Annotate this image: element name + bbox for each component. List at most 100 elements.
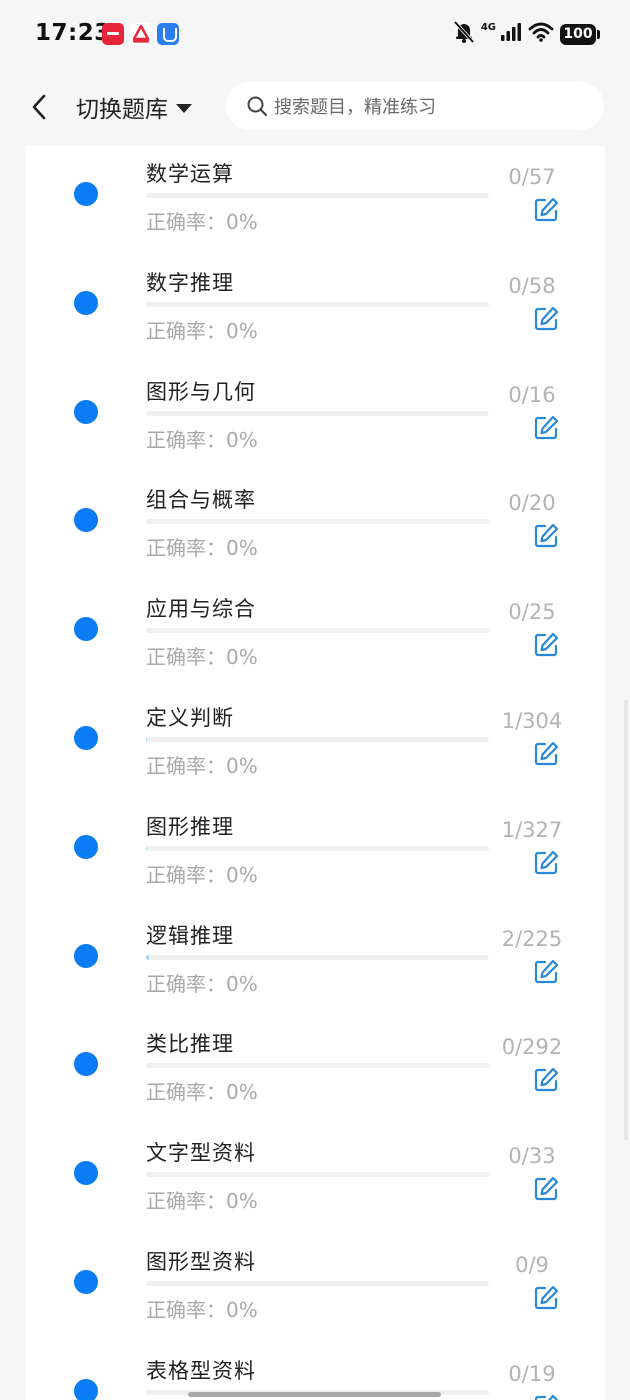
accuracy-value: 0% xyxy=(226,210,258,234)
status-dot xyxy=(74,1378,98,1400)
accuracy-label: 正确率： xyxy=(146,862,226,887)
accuracy-value: 0% xyxy=(226,1189,258,1214)
accuracy-value: 0% xyxy=(226,1297,258,1322)
app-shortcut-icon xyxy=(102,23,124,45)
accuracy-label: 正确率： xyxy=(146,645,226,670)
accuracy-label: 正确率： xyxy=(146,536,226,561)
list-item[interactable]: 应用与综合 正确率：0% 0/25 xyxy=(26,581,605,690)
accuracy-value: 0% xyxy=(226,536,258,561)
caret-down-icon xyxy=(176,103,192,113)
status-dot xyxy=(74,725,98,750)
category-title: 图形型资料 xyxy=(146,1249,256,1274)
scrollbar[interactable] xyxy=(624,700,628,1140)
category-title: 组合与概率 xyxy=(146,488,256,513)
status-dot xyxy=(74,617,98,642)
edit-icon xyxy=(534,197,559,222)
accuracy-value: 0% xyxy=(226,971,258,996)
category-title: 逻辑推理 xyxy=(146,923,234,948)
progress-count: 0/20 xyxy=(508,491,556,516)
practice-button[interactable] xyxy=(532,849,560,877)
practice-button[interactable] xyxy=(532,305,560,333)
progress-bar xyxy=(146,1063,489,1069)
app-shortcut-icon xyxy=(157,23,179,45)
accuracy-text: 正确率：0% xyxy=(146,1294,258,1323)
list-item[interactable]: 文字型资料 正确率：0% 0/33 xyxy=(26,1125,605,1234)
home-indicator[interactable] xyxy=(188,1392,441,1397)
app-shortcut-icon xyxy=(130,23,152,45)
edit-icon xyxy=(534,1394,559,1400)
edit-icon xyxy=(534,1177,559,1201)
accuracy-label: 正确率： xyxy=(146,753,226,778)
list-item[interactable]: 逻辑推理正确率：0% 2/225 xyxy=(26,908,605,1017)
status-icons: 4G 100 xyxy=(453,20,600,48)
progress-bar xyxy=(146,954,489,960)
accuracy-value: 0% xyxy=(226,427,258,452)
progress-count: 0/33 xyxy=(508,1144,556,1169)
wifi-icon xyxy=(528,22,554,46)
question-category-card: 数学运算 正确率：0% 0/57 数字推理 正确率：0% 0/58 图形与几何 正确率：0% 0… xyxy=(26,146,605,1400)
practice-button[interactable] xyxy=(532,1066,560,1094)
status-dot xyxy=(74,1269,98,1294)
question-category-list: 数学运算 正确率：0% 0/57 数字推理 正确率：0% 0/58 图形与几何 正确率：0% 0… xyxy=(26,146,605,1400)
progress-bar xyxy=(146,1172,489,1178)
practice-button[interactable] xyxy=(532,414,560,442)
switch-question-bank-button[interactable]: 切换题库 xyxy=(76,92,192,123)
practice-button[interactable] xyxy=(532,631,560,659)
network-label: 4G xyxy=(480,21,496,33)
list-item[interactable]: 图形型资料 正确率：0% 0/9 xyxy=(26,1234,605,1343)
practice-button[interactable] xyxy=(532,1175,560,1203)
practice-button[interactable] xyxy=(532,958,560,986)
progress-bar xyxy=(146,301,489,307)
edit-icon xyxy=(534,741,559,766)
progress-bar xyxy=(146,628,489,634)
progress-bar xyxy=(146,845,489,851)
accuracy-value: 0% xyxy=(226,1080,258,1105)
screen: 17:23 4G 100 切换题库 搜索题目，精准练习 数学运算 正确率：0% … xyxy=(0,0,630,1400)
category-title: 类比推理 xyxy=(146,1032,234,1057)
accuracy-text: 正确率：0% xyxy=(146,424,258,453)
list-item[interactable]: 图形推理 正确率：0% 1/327 xyxy=(26,799,605,908)
practice-button[interactable] xyxy=(532,1393,560,1400)
edit-icon xyxy=(534,850,559,874)
accuracy-text: 正确率：0% xyxy=(146,1076,258,1105)
status-dot xyxy=(74,1161,98,1186)
list-item[interactable]: 数学运算 正确率：0% 0/57 xyxy=(26,146,605,255)
list-item[interactable]: 定义判断 正确率：0% 1/304 xyxy=(26,690,605,799)
progress-count: 0/57 xyxy=(508,165,556,189)
practice-button[interactable] xyxy=(532,740,560,768)
category-title: 图形推理 xyxy=(146,814,234,839)
progress-fill xyxy=(146,736,148,742)
accuracy-text: 正确率：0% xyxy=(146,968,258,997)
accuracy-value: 0% xyxy=(226,753,258,778)
progress-count: 0/25 xyxy=(508,600,556,625)
accuracy-label: 正确率： xyxy=(146,210,226,234)
progress-fill xyxy=(146,954,150,960)
accuracy-value: 0% xyxy=(226,318,258,343)
category-title: 图形与几何 xyxy=(146,379,256,404)
progress-count: 0/16 xyxy=(508,382,556,407)
category-title: 应用与综合 xyxy=(146,597,256,622)
accuracy-text: 正确率：0% xyxy=(146,1185,258,1214)
edit-icon xyxy=(534,415,559,439)
edit-icon xyxy=(534,306,559,330)
edit-icon xyxy=(534,1285,559,1310)
progress-bar xyxy=(146,519,489,525)
progress-bar xyxy=(146,410,489,416)
status-dot xyxy=(74,943,98,968)
practice-button[interactable] xyxy=(532,196,560,224)
chevron-left-icon xyxy=(32,94,46,120)
practice-button[interactable] xyxy=(532,522,560,550)
progress-count: 0/19 xyxy=(508,1361,556,1386)
progress-count: 1/304 xyxy=(501,708,563,733)
list-item[interactable]: 类比推理 正确率：0% 0/292 xyxy=(26,1016,605,1125)
list-item[interactable]: 组合与概率正确率：0% 0/20 xyxy=(26,472,605,581)
edit-icon xyxy=(534,959,559,983)
progress-count: 2/225 xyxy=(501,926,563,951)
search-input[interactable]: 搜索题目，精准练习 xyxy=(226,82,604,130)
list-item[interactable]: 图形与几何正确率：0% 0/16 xyxy=(26,364,605,473)
practice-button[interactable] xyxy=(532,1284,560,1312)
back-button[interactable] xyxy=(22,90,56,124)
progress-bar xyxy=(146,736,489,742)
status-dot xyxy=(74,182,98,206)
list-item[interactable]: 数字推理 正确率：0% 0/58 xyxy=(26,255,605,364)
